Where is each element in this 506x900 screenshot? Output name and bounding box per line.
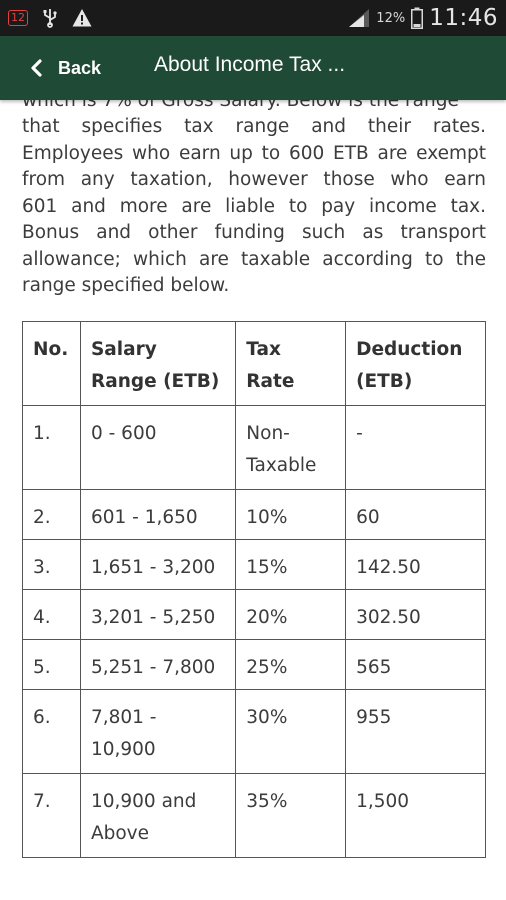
paragraph-line: that specifies tax range and their rates…	[22, 116, 486, 137]
cell-salary-range: 10,900 and Above	[79, 773, 237, 858]
cell-salary-range: 5,251 - 7,800	[79, 639, 237, 690]
cell-tax-rate: 35%	[235, 773, 347, 858]
cell-no: 3.	[22, 539, 81, 590]
cell-deduction: -	[345, 405, 486, 490]
paragraph-line: range specified below.	[22, 275, 230, 296]
table-header-row: No. Salary Range (ETB) Tax Rate Deductio…	[22, 321, 486, 406]
notification-badge-icon: 12	[8, 10, 28, 26]
cell-salary-range: 0 - 600	[79, 405, 237, 490]
cell-salary-range: 1,651 - 3,200	[79, 539, 237, 590]
cell-no: 7.	[22, 773, 81, 858]
tax-rate-table: No. Salary Range (ETB) Tax Rate Deductio…	[22, 321, 486, 858]
cell-salary-range: 3,201 - 5,250	[79, 589, 237, 640]
battery-icon	[411, 7, 424, 29]
paragraph-line: allowance; which are taxable according t…	[22, 248, 486, 270]
intro-paragraph: that specifies tax range and their rates…	[22, 114, 486, 300]
status-left: 12	[8, 6, 92, 30]
table-row: 6. 7,801 - 10,900 30% 955	[22, 689, 486, 774]
header-deduction: Deduction (ETB)	[345, 321, 486, 406]
paragraph-line: from any taxation, however those who ear…	[22, 169, 486, 190]
header-tax-rate: Tax Rate	[235, 321, 347, 406]
cell-no: 5.	[22, 639, 81, 690]
cell-tax-rate: 15%	[235, 539, 347, 590]
usb-icon	[43, 9, 57, 28]
table-row: 2. 601 - 1,650 10% 60	[22, 489, 486, 540]
cell-salary-range: 7,801 - 10,900	[79, 689, 237, 774]
cell-no: 6.	[22, 689, 81, 774]
cell-deduction: 142.50	[345, 539, 486, 590]
status-right: 12% 11:46	[348, 4, 498, 32]
page-title: About Income Tax ...	[154, 53, 346, 76]
cell-deduction: 1,500	[345, 773, 486, 858]
paragraph-line: Bonus and other funding such as transpor…	[22, 222, 486, 243]
header-no: No.	[22, 321, 81, 406]
cell-tax-rate: 30%	[235, 689, 347, 774]
clock: 11:46	[429, 5, 498, 31]
paragraph-line: 601 and more are liable to pay income ta…	[22, 195, 486, 217]
cell-tax-rate: 25%	[235, 639, 347, 690]
battery-percent: 12%	[376, 10, 406, 26]
table-row: 7. 10,900 and Above 35% 1,500	[22, 773, 486, 858]
status-bar: 12 12% 11:46	[0, 0, 506, 36]
cell-tax-rate: Non-Taxable	[235, 405, 347, 490]
cell-tax-rate: 10%	[235, 489, 347, 540]
table-row: 4. 3,201 - 5,250 20% 302.50	[22, 589, 486, 640]
header-salary-range: Salary Range (ETB)	[79, 321, 237, 406]
cell-salary-range: 601 - 1,650	[79, 489, 237, 540]
back-button[interactable]: Back	[28, 54, 101, 82]
cell-no: 2.	[22, 489, 81, 540]
table-row: 5. 5,251 - 7,800 25% 565	[22, 639, 486, 690]
cell-tax-rate: 20%	[235, 589, 347, 640]
cell-deduction: 955	[345, 689, 486, 774]
cell-no: 1.	[22, 405, 81, 490]
back-label: Back	[58, 57, 102, 78]
content-scroll-area[interactable]: which is 7% of Gross Salary. Below is th…	[0, 100, 506, 900]
paragraph-line: Employees who earn up to 600 ETB are exe…	[22, 142, 486, 164]
cell-deduction: 565	[345, 639, 486, 690]
table-row: 3. 1,651 - 3,200 15% 142.50	[22, 539, 486, 590]
warning-icon	[72, 9, 92, 27]
cut-off-text-line: which is 7% of Gross Salary. Below is th…	[22, 100, 459, 111]
table-row: 1. 0 - 600 Non-Taxable -	[22, 405, 486, 490]
action-bar: Back About Income Tax ...	[0, 36, 506, 100]
chevron-left-icon	[31, 59, 42, 77]
cell-no: 4.	[22, 589, 81, 640]
signal-icon	[349, 9, 370, 27]
cell-deduction: 60	[345, 489, 486, 540]
cell-deduction: 302.50	[345, 589, 486, 640]
